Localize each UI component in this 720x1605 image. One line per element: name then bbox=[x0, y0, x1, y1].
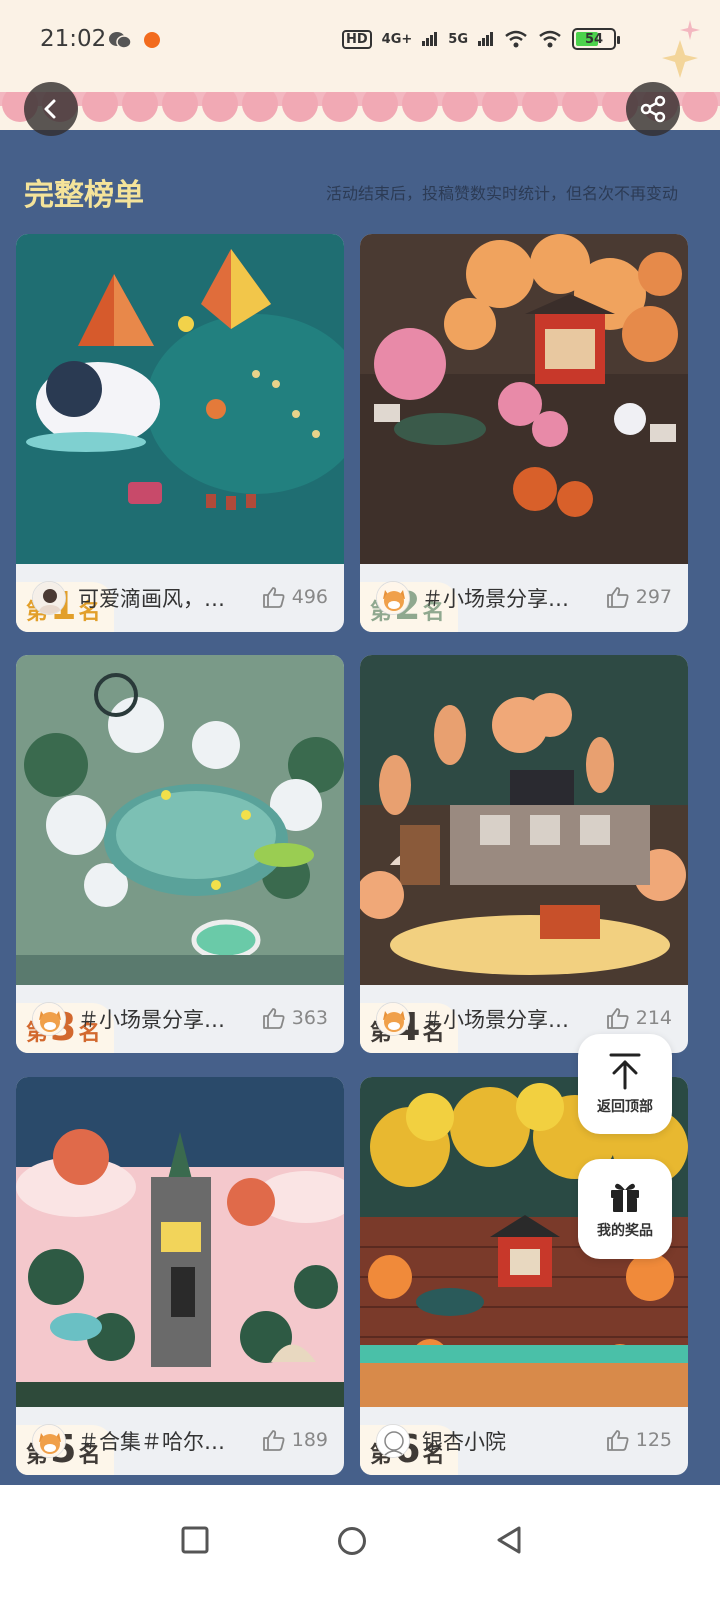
hd-icon: HD bbox=[342, 29, 372, 49]
signal-icon bbox=[422, 32, 438, 46]
avatar bbox=[376, 1002, 410, 1036]
like-count-value: 214 bbox=[635, 1007, 672, 1029]
like-count[interactable]: 363 bbox=[262, 1007, 328, 1029]
scene-image bbox=[360, 655, 688, 985]
card-title: 可爱滴画风，… bbox=[78, 587, 225, 611]
card-title: ＃合集＃哈尔… bbox=[78, 1430, 225, 1454]
scene-image bbox=[16, 234, 344, 564]
back-button[interactable] bbox=[24, 82, 78, 136]
wifi-icon bbox=[505, 30, 527, 48]
back-to-top-label: 返回顶部 bbox=[597, 1099, 653, 1115]
chevron-left-icon bbox=[44, 99, 56, 119]
gift-icon bbox=[611, 1183, 639, 1212]
thumbs-up-icon bbox=[606, 1008, 629, 1029]
back-to-top-button[interactable]: 返回顶部 bbox=[578, 1034, 672, 1134]
ranking-card-6[interactable]: 第6名 银杏小院 125 bbox=[360, 1077, 688, 1475]
thumbs-up-icon bbox=[262, 1430, 285, 1451]
arrow-up-to-top-icon bbox=[609, 1053, 641, 1090]
home-icon[interactable] bbox=[336, 1525, 368, 1557]
back-nav-icon[interactable] bbox=[494, 1525, 524, 1555]
ranking-card-1[interactable]: 第1名 可爱滴画风，… 496 bbox=[16, 234, 344, 632]
section-note: 活动结束后，投稿赞数实时统计，但名次不再变动 bbox=[325, 184, 678, 203]
battery-icon: 54 bbox=[572, 28, 620, 50]
thumbs-up-icon bbox=[262, 587, 285, 608]
like-count-value: 189 bbox=[291, 1429, 328, 1451]
like-count[interactable]: 297 bbox=[606, 586, 672, 608]
battery-level: 54 bbox=[584, 31, 604, 47]
avatar bbox=[376, 1424, 410, 1458]
share-button[interactable] bbox=[626, 82, 680, 136]
ranking-card-5[interactable]: 第5名 ＃合集＃哈尔… 189 bbox=[16, 1077, 344, 1475]
scene-image bbox=[16, 655, 344, 985]
thumbs-up-icon bbox=[606, 1430, 629, 1451]
network-4g-label: 4G+ bbox=[381, 31, 413, 47]
network-5g-label: 5G bbox=[448, 31, 468, 47]
recent-apps-icon[interactable] bbox=[180, 1525, 210, 1555]
thumbs-up-icon bbox=[606, 587, 629, 608]
ranking-card-3[interactable]: 第3名 ＃小场景分享… 363 bbox=[16, 655, 344, 1053]
scene-image bbox=[16, 1077, 344, 1407]
like-count-value: 363 bbox=[291, 1007, 328, 1029]
share-icon bbox=[640, 95, 666, 123]
like-count-value: 496 bbox=[291, 586, 328, 608]
status-time: 21:02 bbox=[40, 26, 107, 52]
status-bar: 21:02 HD 4G+ 5G 54 bbox=[0, 0, 720, 80]
avatar bbox=[376, 581, 410, 615]
card-title: ＃小场景分享… bbox=[422, 587, 569, 611]
section-title: 完整榜单 bbox=[24, 178, 144, 213]
system-nav-bar bbox=[0, 1485, 720, 1605]
card-title: 银杏小院 bbox=[422, 1430, 506, 1454]
like-count[interactable]: 125 bbox=[606, 1429, 672, 1451]
my-prizes-button[interactable]: 我的奖品 bbox=[578, 1159, 672, 1259]
scene-image bbox=[360, 234, 688, 564]
card-title: ＃小场景分享… bbox=[422, 1008, 569, 1032]
like-count[interactable]: 189 bbox=[262, 1429, 328, 1451]
like-count-value: 125 bbox=[635, 1429, 672, 1451]
wechat-icon bbox=[109, 32, 132, 49]
app-notification-icon bbox=[144, 32, 160, 48]
ranking-card-4[interactable]: 第4名 ＃小场景分享… 214 bbox=[360, 655, 688, 1053]
ranking-card-2[interactable]: 第2名 ＃小场景分享… 297 bbox=[360, 234, 688, 632]
scallop-border bbox=[0, 92, 720, 130]
like-count[interactable]: 496 bbox=[262, 586, 328, 608]
wifi-icon-2 bbox=[539, 30, 561, 48]
avatar bbox=[32, 581, 66, 615]
card-title: ＃小场景分享… bbox=[78, 1008, 225, 1032]
avatar bbox=[32, 1002, 66, 1036]
like-count[interactable]: 214 bbox=[606, 1007, 672, 1029]
signal-icon-2 bbox=[478, 32, 493, 46]
avatar bbox=[32, 1424, 66, 1458]
my-prizes-label: 我的奖品 bbox=[597, 1223, 653, 1239]
like-count-value: 297 bbox=[635, 586, 672, 608]
thumbs-up-icon bbox=[262, 1008, 285, 1029]
